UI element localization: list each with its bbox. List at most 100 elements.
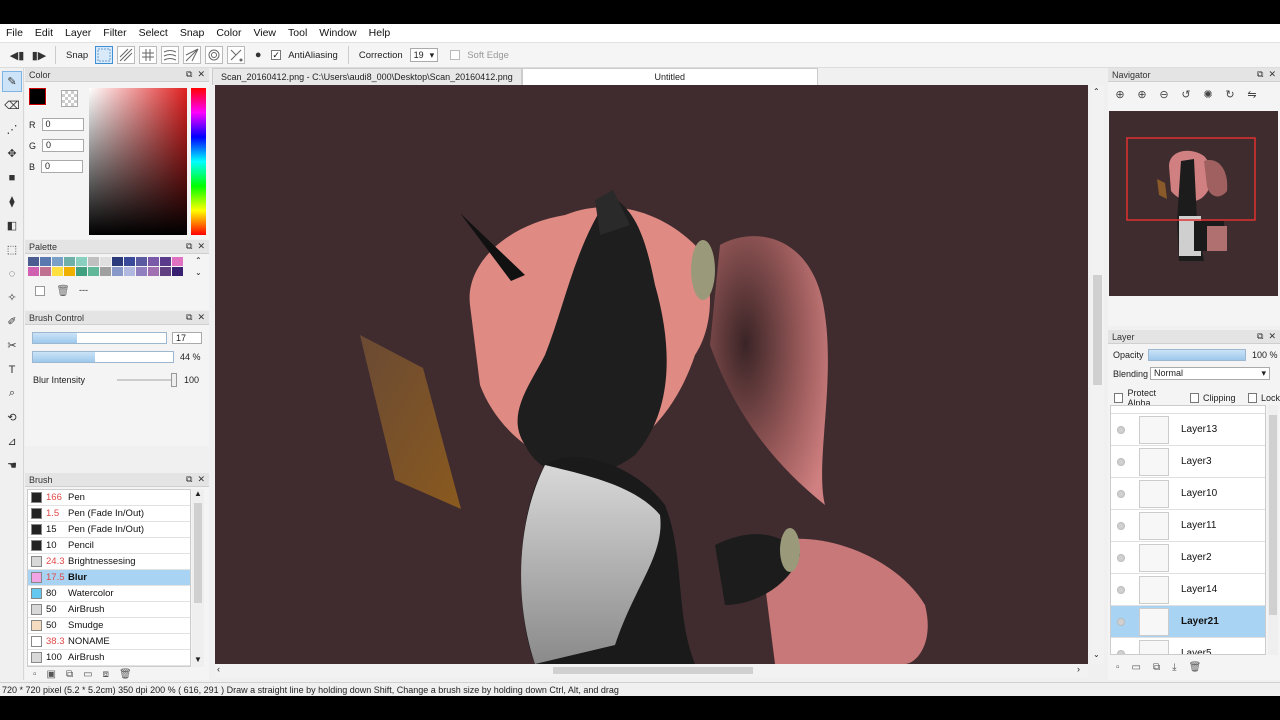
palette-swatch[interactable] — [76, 267, 87, 276]
brush-item[interactable]: 166 Pen — [28, 490, 190, 506]
palette-add-icon[interactable] — [35, 286, 45, 296]
scroll-thumb[interactable] — [194, 503, 202, 603]
scroll-down-icon[interactable]: ▼ — [194, 655, 202, 664]
palette-swatch[interactable] — [28, 267, 39, 276]
panel-collapse-left-icon[interactable]: ◀▮ — [8, 46, 26, 64]
layer-row[interactable]: Layer5 — [1111, 638, 1265, 654]
palette-swatch[interactable] — [100, 257, 111, 266]
snap-radial-button[interactable] — [227, 46, 246, 64]
correction-select[interactable]: 19 ▾ — [409, 48, 439, 62]
layer-row[interactable]: Layer11 — [1111, 510, 1265, 542]
menu-help[interactable]: Help — [363, 24, 397, 43]
hue-slider[interactable] — [191, 88, 206, 235]
scroll-up-icon[interactable]: ⌃ — [1093, 87, 1100, 96]
brush-item[interactable]: 38.3 NONAME — [28, 634, 190, 650]
transparent-color-swatch[interactable] — [61, 90, 78, 107]
brush-item[interactable]: 100 AirBrush — [28, 650, 190, 666]
panel-expand-right-icon[interactable]: ▮▶ — [30, 46, 48, 64]
select-rect-icon[interactable]: ⬚ — [2, 239, 22, 260]
palette-swatch[interactable] — [40, 257, 51, 266]
palette-swatch[interactable] — [88, 267, 99, 276]
layer-row[interactable]: Layer13 — [1111, 414, 1265, 446]
palette-swatch[interactable] — [172, 267, 183, 276]
blending-select[interactable]: Normal ▾ — [1150, 367, 1270, 380]
brush-size-slider[interactable] — [32, 332, 167, 344]
canvas-horizontal-scrollbar[interactable]: ‹ › — [215, 664, 1088, 677]
brush-item[interactable]: 10 Pencil — [28, 538, 190, 554]
zoom-in-icon[interactable]: ⊕ — [1112, 86, 1128, 102]
scroll-thumb[interactable] — [553, 667, 753, 674]
rotate-left-icon[interactable]: ↺ — [1178, 86, 1194, 102]
float-icon[interactable]: ⧉ — [1257, 331, 1263, 342]
menu-tool[interactable]: Tool — [282, 24, 313, 43]
menu-layer[interactable]: Layer — [59, 24, 97, 43]
menu-file[interactable]: File — [0, 24, 29, 43]
zoom-in-alt-icon[interactable]: ⊕ — [1134, 86, 1150, 102]
palette-swatch[interactable] — [64, 267, 75, 276]
brush-opacity-slider[interactable] — [32, 351, 174, 363]
menu-filter[interactable]: Filter — [97, 24, 132, 43]
reset-rotation-icon[interactable]: ✺ — [1200, 86, 1216, 102]
visibility-eye-icon[interactable] — [1117, 586, 1125, 594]
lock-checkbox[interactable] — [1247, 393, 1257, 403]
brush-list-scrollbar[interactable]: ▲ ▼ — [192, 489, 204, 667]
flip-icon[interactable]: ⇋ — [1244, 86, 1260, 102]
menu-edit[interactable]: Edit — [29, 24, 59, 43]
visibility-eye-icon[interactable] — [1117, 490, 1125, 498]
drawing-canvas[interactable] — [215, 85, 1088, 664]
palette-swatch[interactable] — [148, 257, 159, 266]
palette-more-label[interactable]: --- — [79, 285, 88, 295]
close-icon[interactable]: ✕ — [197, 474, 205, 485]
scroll-up-icon[interactable]: ▲ — [194, 489, 202, 498]
float-icon[interactable]: ⧉ — [186, 312, 192, 323]
snap-concentric-button[interactable] — [205, 46, 224, 64]
palette-swatch[interactable] — [136, 267, 147, 276]
move-tool-icon[interactable]: ✥ — [2, 143, 22, 164]
r-input[interactable]: 0 — [41, 118, 84, 131]
new-brush-icon[interactable]: ▫ — [33, 669, 37, 680]
layer-row[interactable]: Layer3 — [1111, 446, 1265, 478]
brush-size-input[interactable]: 17 — [172, 332, 202, 344]
tab-untitled[interactable]: Untitled — [521, 68, 818, 85]
palette-swatch[interactable] — [124, 267, 135, 276]
zoom-tool-icon[interactable]: ⌕ — [2, 383, 22, 404]
visibility-eye-icon[interactable] — [1117, 618, 1125, 626]
layer-list-scrollbar[interactable] — [1268, 405, 1278, 655]
layer-row[interactable]: Layer10 — [1111, 478, 1265, 510]
navigator-preview[interactable] — [1109, 111, 1278, 296]
menu-snap[interactable]: Snap — [174, 24, 211, 43]
eyedropper-tool-icon[interactable]: ⊿ — [2, 431, 22, 452]
line-tool-icon[interactable]: ⋰ — [2, 119, 22, 140]
scroll-thumb[interactable] — [1269, 415, 1277, 615]
menu-color[interactable]: Color — [210, 24, 247, 43]
scroll-left-icon[interactable]: ‹ — [217, 664, 220, 674]
lasso-tool-icon[interactable]: ◌ — [2, 263, 22, 284]
eraser-tool-icon[interactable]: ⌫ — [2, 95, 22, 116]
blur-intensity-thumb[interactable] — [171, 373, 177, 387]
brush-item[interactable]: 1.5 Pen (Fade In/Out) — [28, 506, 190, 522]
fill-rect-icon[interactable]: ■ — [2, 167, 22, 188]
layer-opacity-slider[interactable] — [1148, 349, 1246, 361]
visibility-eye-icon[interactable] — [1117, 426, 1125, 434]
merge-layer-icon[interactable]: ⤓ — [1172, 662, 1176, 673]
brush-folder-icon[interactable]: ▭ — [83, 669, 92, 680]
float-icon[interactable]: ⧉ — [186, 241, 192, 252]
canvas-vertical-scrollbar[interactable]: ⌃ ⌄ — [1091, 85, 1104, 664]
hand-tool-icon[interactable]: ☚ — [2, 455, 22, 476]
protect-alpha-checkbox[interactable] — [1114, 393, 1124, 403]
palette-swatch[interactable] — [88, 257, 99, 266]
visibility-eye-icon[interactable] — [1117, 554, 1125, 562]
layer-row[interactable]: Layer14 — [1111, 574, 1265, 606]
blur-intensity-slider[interactable] — [117, 379, 175, 381]
palette-swatch[interactable] — [40, 267, 51, 276]
saturation-value-square[interactable] — [89, 88, 187, 235]
snap-grid-button[interactable] — [139, 46, 158, 64]
snap-parallel-button[interactable] — [117, 46, 136, 64]
palette-swatch[interactable] — [76, 257, 87, 266]
delete-layer-icon[interactable]: 🗑 — [1189, 662, 1202, 673]
palette-swatch[interactable] — [64, 257, 75, 266]
palette-swatch[interactable] — [52, 267, 63, 276]
rotate-right-icon[interactable]: ↻ — [1222, 86, 1238, 102]
palette-delete-icon[interactable]: 🗑 — [56, 284, 70, 297]
clipping-checkbox[interactable] — [1189, 393, 1199, 403]
